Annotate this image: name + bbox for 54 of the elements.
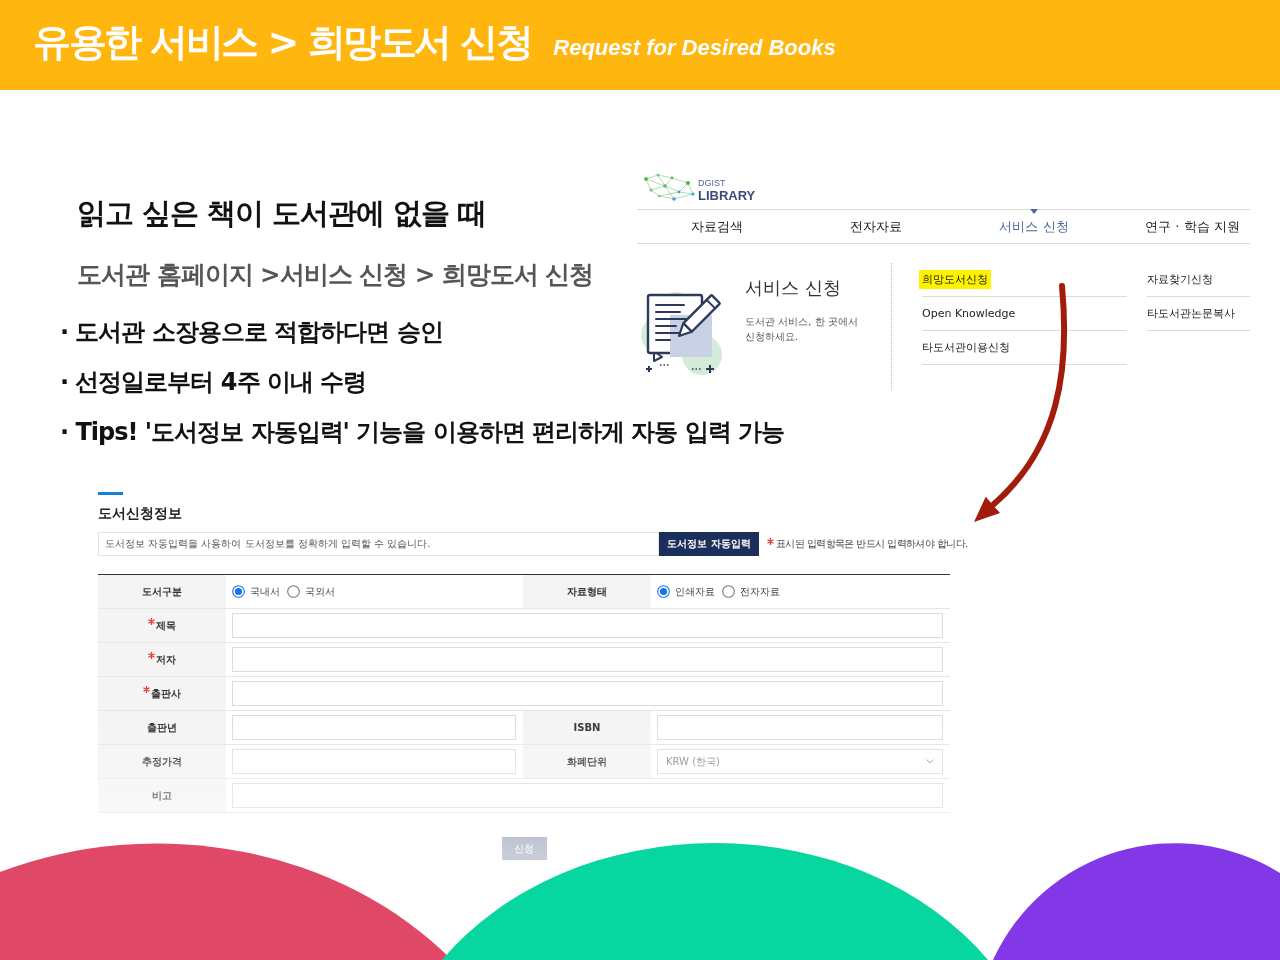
field-label: 출판년 (147, 720, 177, 735)
autofill-notice: 도서정보 자동입력을 사용하여 도서정보를 정확하게 입력할 수 있습니다. (98, 532, 659, 556)
autofill-button[interactable]: 도서정보 자동입력 (659, 532, 759, 556)
text-field[interactable] (232, 647, 943, 672)
radio-label[interactable]: 인쇄자료 (675, 584, 715, 599)
logo-text: DGIST (698, 178, 727, 188)
required-note: 표시된 입력항목은 반드시 입력하셔야 합니다. (776, 537, 968, 551)
bullet-text: · 선정일로부터 4주 이내 수령 (60, 367, 367, 398)
radio-button[interactable] (657, 585, 670, 598)
field-label: 출판사 (151, 686, 181, 701)
text-field[interactable] (232, 681, 943, 706)
radio-label[interactable]: 전자자료 (740, 584, 780, 599)
panel-title: 서비스 신청 (745, 276, 842, 300)
text-field[interactable] (232, 749, 516, 774)
bullet-text: · 도서관 소장용으로 적합하다면 승인 (60, 317, 443, 348)
nav-tab[interactable]: 서비스 신청 (999, 217, 1069, 236)
chevron-down-icon (926, 759, 934, 764)
radio-label[interactable]: 국외서 (305, 584, 335, 599)
radio-button[interactable] (287, 585, 300, 598)
text-field[interactable] (657, 715, 943, 740)
field-label: 추정가격 (142, 754, 182, 769)
panel-description: 도서관 서비스, 한 곳에서 신청하세요. (745, 315, 858, 344)
field-label: 도서구분 (142, 584, 182, 599)
field-label: ISBN (573, 722, 601, 733)
logo-text: LIBRARY (698, 188, 756, 202)
text-field[interactable] (232, 715, 516, 740)
breadcrumb-text: 도서관 홈페이지 >서비스 신청 > 희망도서 신청 (77, 259, 594, 291)
menu-link[interactable]: 희망도서신청 (919, 270, 991, 289)
bullet-text: · Tips! '도서정보 자동입력' 기능을 이용하면 편리하게 자동 입력 가능 (60, 417, 785, 448)
menu-link[interactable]: Open Knowledge (922, 307, 1016, 320)
asterisk-icon (767, 537, 774, 545)
field-label: 비고 (152, 788, 172, 803)
nav-tab[interactable]: 자료검색 (691, 217, 743, 236)
caret-icon (1030, 209, 1038, 214)
nav-tab[interactable]: 연구 · 학습 지원 (1145, 217, 1240, 236)
field-label: 자료형태 (567, 584, 607, 599)
title-accent-bar (98, 492, 123, 495)
form-title: 도서신청정보 (98, 504, 182, 523)
field-label: 제목 (156, 618, 176, 633)
menu-link[interactable]: 타도서관논문복사 (1147, 306, 1235, 321)
menu-link[interactable]: 타도서관이용신청 (922, 340, 1010, 355)
menu-link[interactable]: 자료찾기신청 (1147, 272, 1213, 287)
radio-label[interactable]: 국내서 (250, 584, 280, 599)
field-label: 저자 (156, 652, 176, 667)
text-field[interactable] (232, 613, 943, 638)
field-label: 화폐단위 (567, 754, 607, 769)
radio-button[interactable] (722, 585, 735, 598)
text-field[interactable] (232, 783, 943, 808)
intro-heading: 읽고 싶은 책이 도서관에 없을 때 (77, 195, 487, 232)
network-graph-icon (643, 172, 695, 202)
slide-title: 유용한 서비스 > 희망도서 신청 (33, 19, 532, 66)
slide-subtitle: Request for Desired Books (553, 35, 836, 61)
radio-button[interactable] (232, 585, 245, 598)
nav-tab[interactable]: 전자자료 (850, 217, 902, 236)
